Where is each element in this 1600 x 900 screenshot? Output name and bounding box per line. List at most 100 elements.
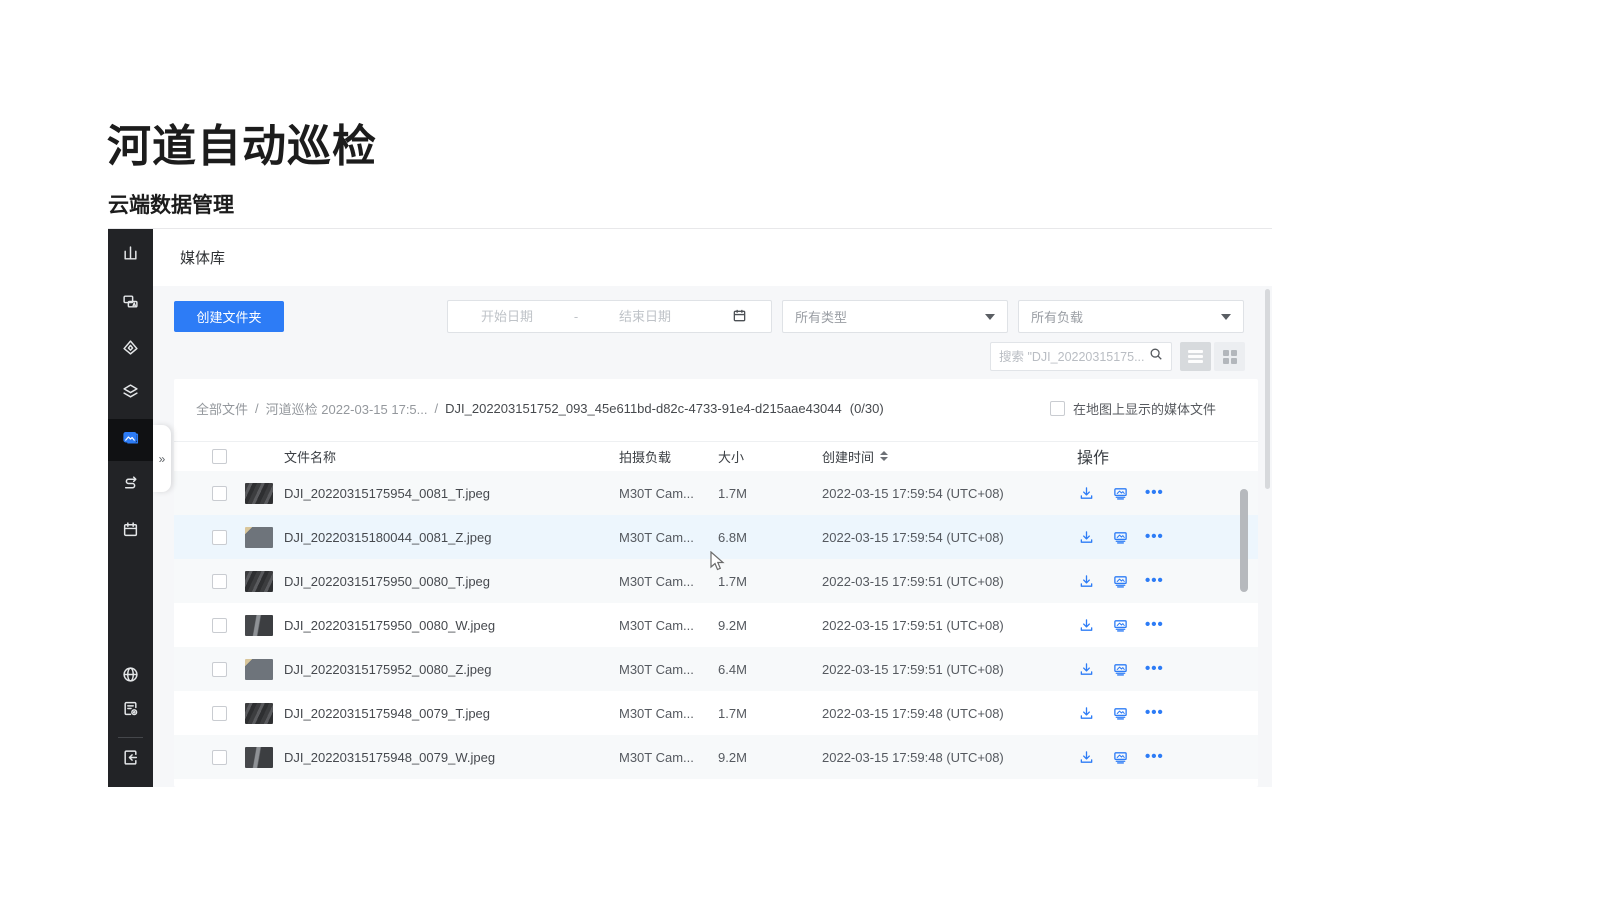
- file-size: 9.2M: [718, 618, 822, 633]
- date-range-picker[interactable]: -: [447, 300, 772, 333]
- table-row[interactable]: DJI_20220315175954_0081_T.jpeg M30T Cam.…: [174, 471, 1258, 515]
- sidebar-divider: [118, 737, 143, 738]
- table-body: DJI_20220315175954_0081_T.jpeg M30T Cam.…: [174, 471, 1258, 779]
- media-card-icon[interactable]: [1111, 660, 1129, 678]
- search-box[interactable]: [990, 342, 1172, 371]
- sidebar-item-calendar[interactable]: [108, 511, 153, 553]
- file-thumbnail[interactable]: [245, 615, 273, 636]
- file-thumbnail[interactable]: [245, 703, 273, 724]
- file-created: 2022-03-15 17:59:54 (UTC+08): [822, 530, 1070, 545]
- breadcrumb-root[interactable]: 全部文件: [196, 399, 248, 418]
- file-name: DJI_20220315175954_0081_T.jpeg: [284, 486, 619, 501]
- search-input[interactable]: [999, 350, 1149, 364]
- file-size: 1.7M: [718, 706, 822, 721]
- file-name: DJI_20220315175948_0079_W.jpeg: [284, 750, 619, 765]
- download-icon[interactable]: [1077, 616, 1095, 634]
- row-checkbox[interactable]: [212, 706, 227, 721]
- map-display-label: 在地图上显示的媒体文件: [1073, 399, 1216, 418]
- column-header-payload: 拍摄负载: [619, 447, 718, 466]
- download-icon[interactable]: [1077, 572, 1095, 590]
- breadcrumb-folder[interactable]: 河道巡检 2022-03-15 17:5...: [266, 399, 428, 418]
- app-window: » 媒体库 创建文件夹 - 所有类型 所有负载: [108, 228, 1272, 786]
- row-checkbox[interactable]: [212, 574, 227, 589]
- devices-icon: [122, 293, 139, 315]
- download-icon[interactable]: [1077, 704, 1095, 722]
- breadcrumb-separator: /: [435, 401, 439, 416]
- create-folder-button[interactable]: 创建文件夹: [174, 301, 284, 332]
- file-name: DJI_20220315175948_0079_T.jpeg: [284, 706, 619, 721]
- media-card-icon[interactable]: [1111, 748, 1129, 766]
- breadcrumb-count: (0/30): [850, 401, 884, 416]
- file-thumbnail[interactable]: [245, 527, 273, 548]
- download-icon[interactable]: [1077, 748, 1095, 766]
- media-card-icon[interactable]: [1111, 704, 1129, 722]
- media-card-icon[interactable]: [1111, 572, 1129, 590]
- file-size: 9.2M: [718, 750, 822, 765]
- row-checkbox[interactable]: [212, 486, 227, 501]
- column-header-size: 大小: [718, 447, 822, 466]
- row-checkbox[interactable]: [212, 530, 227, 545]
- table-row[interactable]: DJI_20220315175948_0079_T.jpeg M30T Cam.…: [174, 691, 1258, 735]
- more-icon[interactable]: •••: [1145, 752, 1164, 762]
- end-date-input[interactable]: [586, 309, 704, 324]
- map-display-checkbox[interactable]: [1050, 401, 1065, 416]
- table-row[interactable]: DJI_20220315180044_0081_Z.jpeg M30T Cam.…: [174, 515, 1258, 559]
- file-payload: M30T Cam...: [619, 486, 718, 501]
- file-thumbnail[interactable]: [245, 483, 273, 504]
- sidebar-item-marker[interactable]: [108, 329, 153, 371]
- sort-icon[interactable]: [880, 451, 888, 461]
- file-name: DJI_20220315175950_0080_W.jpeg: [284, 618, 619, 633]
- list-view-button[interactable]: [1180, 342, 1211, 371]
- media-card-icon[interactable]: [1111, 484, 1129, 502]
- file-payload: M30T Cam...: [619, 706, 718, 721]
- sidebar-item-devices[interactable]: [108, 283, 153, 325]
- grid-view-icon: [1223, 350, 1237, 364]
- file-thumbnail[interactable]: [245, 659, 273, 680]
- file-created: 2022-03-15 17:59:51 (UTC+08): [822, 618, 1070, 633]
- more-icon[interactable]: •••: [1145, 620, 1164, 630]
- table-row[interactable]: DJI_20220315175950_0080_W.jpeg M30T Cam.…: [174, 603, 1258, 647]
- media-card-icon[interactable]: [1111, 616, 1129, 634]
- file-thumbnail[interactable]: [245, 571, 273, 592]
- table-row[interactable]: DJI_20220315175950_0080_T.jpeg M30T Cam.…: [174, 559, 1258, 603]
- table-row[interactable]: DJI_20220315175952_0080_Z.jpeg M30T Cam.…: [174, 647, 1258, 691]
- sidebar-item-media-library[interactable]: [108, 419, 153, 461]
- more-icon[interactable]: •••: [1145, 664, 1164, 674]
- sidebar-item-route[interactable]: [108, 465, 153, 507]
- grid-view-button[interactable]: [1214, 342, 1245, 371]
- list-view-icon: [1188, 350, 1203, 363]
- file-name: DJI_20220315175952_0080_Z.jpeg: [284, 662, 619, 677]
- more-icon[interactable]: •••: [1145, 532, 1164, 542]
- sidebar-item-layers[interactable]: [108, 373, 153, 415]
- sidebar-item-dashboard[interactable]: [108, 235, 153, 277]
- download-icon[interactable]: [1077, 484, 1095, 502]
- sidebar-expander[interactable]: »: [153, 425, 171, 492]
- file-name: DJI_20220315180044_0081_Z.jpeg: [284, 530, 619, 545]
- row-checkbox[interactable]: [212, 750, 227, 765]
- file-thumbnail[interactable]: [245, 747, 273, 768]
- sidebar-item-logs[interactable]: [108, 690, 153, 732]
- more-icon[interactable]: •••: [1145, 708, 1164, 718]
- row-checkbox[interactable]: [212, 662, 227, 677]
- payload-filter-dropdown[interactable]: 所有负载: [1018, 300, 1244, 333]
- sidebar-item-logout[interactable]: [108, 739, 153, 781]
- more-icon[interactable]: •••: [1145, 576, 1164, 586]
- download-icon[interactable]: [1077, 528, 1095, 546]
- payload-filter-value: 所有负载: [1031, 307, 1083, 326]
- table-scrollbar[interactable]: [1240, 489, 1248, 592]
- start-date-input[interactable]: [448, 309, 566, 324]
- more-icon[interactable]: •••: [1145, 488, 1164, 498]
- table-row[interactable]: DJI_20220315175948_0079_W.jpeg M30T Cam.…: [174, 735, 1258, 779]
- file-created: 2022-03-15 17:59:51 (UTC+08): [822, 574, 1070, 589]
- slide-subtitle: 云端数据管理: [108, 189, 234, 219]
- row-checkbox[interactable]: [212, 618, 227, 633]
- page-scrollbar[interactable]: [1265, 289, 1270, 489]
- column-header-name: 文件名称: [284, 447, 619, 466]
- column-header-created[interactable]: 创建时间: [822, 447, 1070, 466]
- select-all-checkbox[interactable]: [212, 449, 227, 464]
- marker-icon: [122, 339, 139, 361]
- type-filter-dropdown[interactable]: 所有类型: [782, 300, 1008, 333]
- download-icon[interactable]: [1077, 660, 1095, 678]
- media-card-icon[interactable]: [1111, 528, 1129, 546]
- file-payload: M30T Cam...: [619, 662, 718, 677]
